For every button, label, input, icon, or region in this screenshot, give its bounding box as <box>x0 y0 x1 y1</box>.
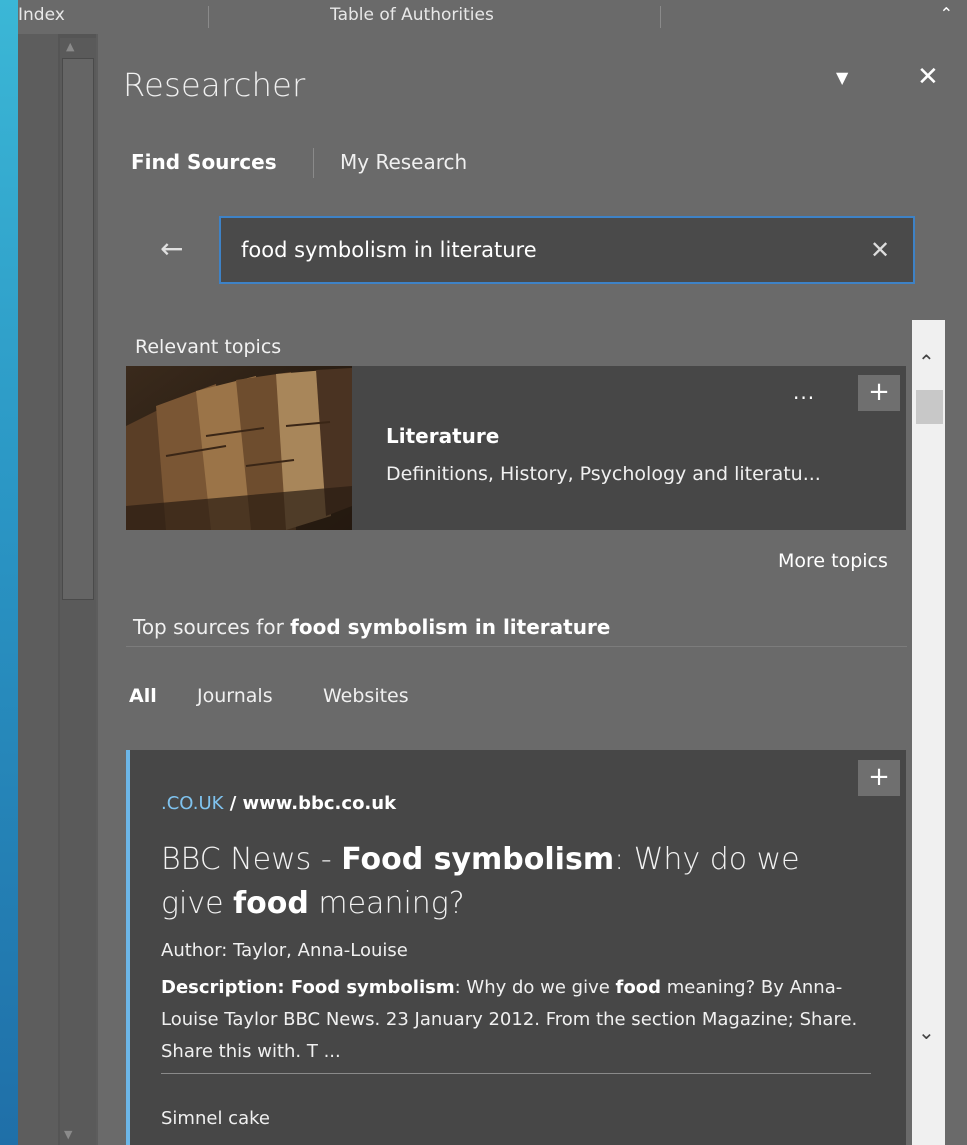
clear-search-icon[interactable]: ✕ <box>870 236 890 264</box>
scroll-up-icon[interactable]: ▲ <box>66 40 74 53</box>
result-description: Description: Food symbolism: Why do we g… <box>161 977 858 1062</box>
result-title[interactable]: BBC News - Food symbolism: Why do we giv… <box>161 838 861 926</box>
more-topics-link[interactable]: More topics <box>778 550 888 572</box>
close-icon[interactable]: ✕ <box>917 62 939 92</box>
tab-table-of-authorities[interactable]: Table of Authorities <box>330 0 494 30</box>
chevron-up-icon[interactable]: ⌃ <box>940 4 953 23</box>
pane-title: Researcher <box>123 66 306 104</box>
scroll-up-icon[interactable]: ⌃ <box>918 350 935 374</box>
tab-my-research[interactable]: My Research <box>340 150 467 174</box>
filter-journals[interactable]: Journals <box>197 685 273 707</box>
topic-description: Definitions, History, Psychology and lit… <box>386 463 821 485</box>
result-accent-bar <box>126 750 130 1145</box>
scroll-down-icon[interactable]: ▼ <box>64 1128 72 1141</box>
add-source-button[interactable]: + <box>858 760 900 796</box>
search-input[interactable] <box>241 238 841 262</box>
ribbon-separator <box>660 6 661 28</box>
tab-separator <box>313 148 314 178</box>
back-arrow-icon[interactable]: ← <box>160 232 183 265</box>
result-author: Author: Taylor, Anna-Louise <box>161 940 408 961</box>
filter-websites[interactable]: Websites <box>323 685 409 707</box>
result-source: .CO.UK / www.bbc.co.uk <box>161 793 396 814</box>
top-sources-prefix: Top sources for <box>133 615 291 639</box>
results-scrollbar-thumb[interactable] <box>916 390 943 424</box>
top-sources-query: food symbolism in literature <box>290 615 611 639</box>
scroll-down-icon[interactable]: ⌄ <box>918 1020 935 1044</box>
result-url: / www.bbc.co.uk <box>223 793 397 814</box>
ribbon-tabs: Index Table of Authorities ⌃ <box>18 0 967 34</box>
tab-find-sources[interactable]: Find Sources <box>131 150 277 174</box>
filter-all[interactable]: All <box>129 685 157 707</box>
result-domain: .CO.UK <box>161 793 224 814</box>
divider <box>161 1073 871 1074</box>
relevant-topics-heading: Relevant topics <box>135 336 282 358</box>
topic-image <box>126 366 352 530</box>
left-scrollbar-thumb[interactable] <box>62 58 94 600</box>
ribbon-separator <box>208 6 209 28</box>
result-related-item[interactable]: Simnel cake <box>161 1108 270 1129</box>
add-topic-button[interactable]: + <box>858 375 900 411</box>
divider <box>126 646 907 647</box>
chevron-down-icon[interactable]: ▼ <box>836 68 848 87</box>
top-sources-heading: Top sources for food symbolism in litera… <box>133 615 610 639</box>
tab-index[interactable]: Index <box>18 0 65 30</box>
more-options-icon[interactable]: ... <box>793 380 815 404</box>
topic-title[interactable]: Literature <box>386 424 499 448</box>
